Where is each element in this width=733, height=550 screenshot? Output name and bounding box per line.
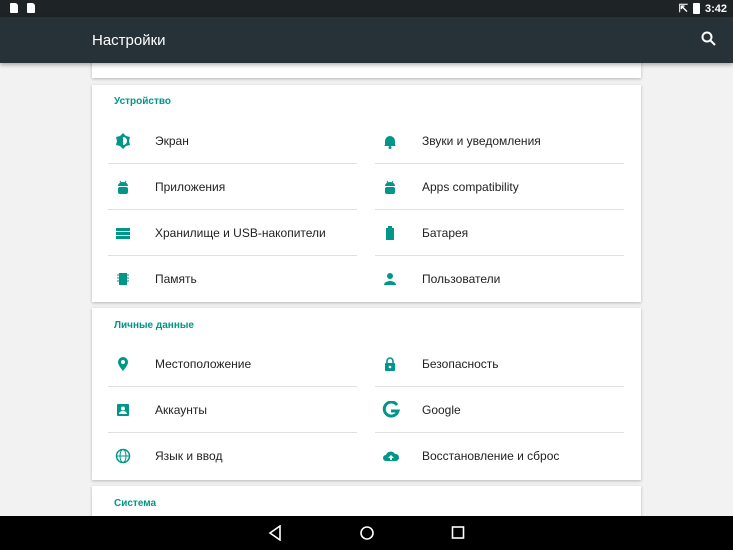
storage-icon — [108, 225, 155, 241]
android-icon — [108, 179, 155, 195]
location-icon — [108, 356, 155, 372]
settings-item[interactable]: Приложения — [108, 164, 357, 210]
section-header: Устройство — [114, 96, 171, 107]
battery-icon — [375, 225, 422, 241]
settings-item[interactable]: Apps compatibility — [375, 164, 624, 210]
toolbar: Настройки — [0, 17, 733, 63]
brightness-icon — [108, 132, 155, 149]
settings-item[interactable]: Батарея — [375, 210, 624, 256]
settings-item[interactable]: Аккаунты — [108, 387, 357, 433]
battery-charging-icon — [692, 3, 700, 14]
section-header: Система — [114, 498, 157, 509]
memory-icon — [108, 271, 155, 287]
search-icon[interactable] — [701, 31, 717, 52]
section-header: Личные данные — [114, 320, 194, 331]
settings-item[interactable]: Память — [108, 256, 357, 302]
settings-item-label: Восстановление и сброс — [422, 449, 560, 463]
settings-item-label: Apps compatibility — [422, 179, 519, 194]
settings-item-label: Язык и ввод — [155, 449, 223, 463]
account-icon — [108, 402, 155, 418]
google-icon — [375, 400, 422, 419]
settings-item[interactable]: Хранилище и USB-накопители — [108, 210, 357, 256]
bell-icon — [375, 133, 422, 149]
home-button[interactable] — [359, 525, 375, 546]
person-icon — [375, 271, 422, 287]
settings-item[interactable]: Google — [375, 387, 624, 433]
settings-item-label: Google — [422, 402, 461, 417]
settings-item[interactable]: Восстановление и сброс — [375, 433, 624, 479]
settings-item-label: Экран — [155, 133, 189, 148]
android-icon — [375, 179, 422, 195]
globe-icon — [108, 448, 155, 464]
settings-item-label: Местоположение — [155, 356, 252, 371]
settings-item[interactable]: Язык и ввод — [108, 433, 357, 479]
settings-item[interactable]: Экран — [108, 118, 357, 164]
settings-item[interactable]: Пользователи — [375, 256, 624, 302]
navigation-bar — [0, 516, 733, 550]
status-bar: ⇱ 3:42 — [0, 0, 733, 17]
lock-icon — [375, 356, 422, 372]
settings-item-label: Хранилище и USB-накопители — [155, 225, 326, 240]
page-title: Настройки — [92, 32, 166, 49]
settings-item-label: Аккаунты — [155, 402, 208, 417]
settings-item[interactable]: Звуки и уведомления — [375, 118, 624, 164]
recents-button[interactable] — [451, 525, 465, 546]
settings-item-label: Пользователи — [422, 272, 501, 286]
settings-item-label: Приложения — [155, 179, 226, 194]
settings-item-label: Звуки и уведомления — [422, 133, 541, 148]
settings-item-label: Память — [155, 272, 197, 286]
sd-card-icon — [10, 3, 18, 13]
clock: 3:42 — [704, 2, 727, 15]
settings-item[interactable]: Местоположение — [108, 341, 357, 387]
settings-item[interactable]: Безопасность — [375, 341, 624, 387]
settings-item-label: Батарея — [422, 225, 469, 240]
settings-item-label: Безопасность — [422, 356, 499, 371]
sd-card-icon — [27, 3, 35, 13]
cloud-upload-icon — [375, 448, 422, 464]
cursor-icon: ⇱ — [678, 3, 688, 15]
back-button[interactable] — [268, 524, 282, 546]
